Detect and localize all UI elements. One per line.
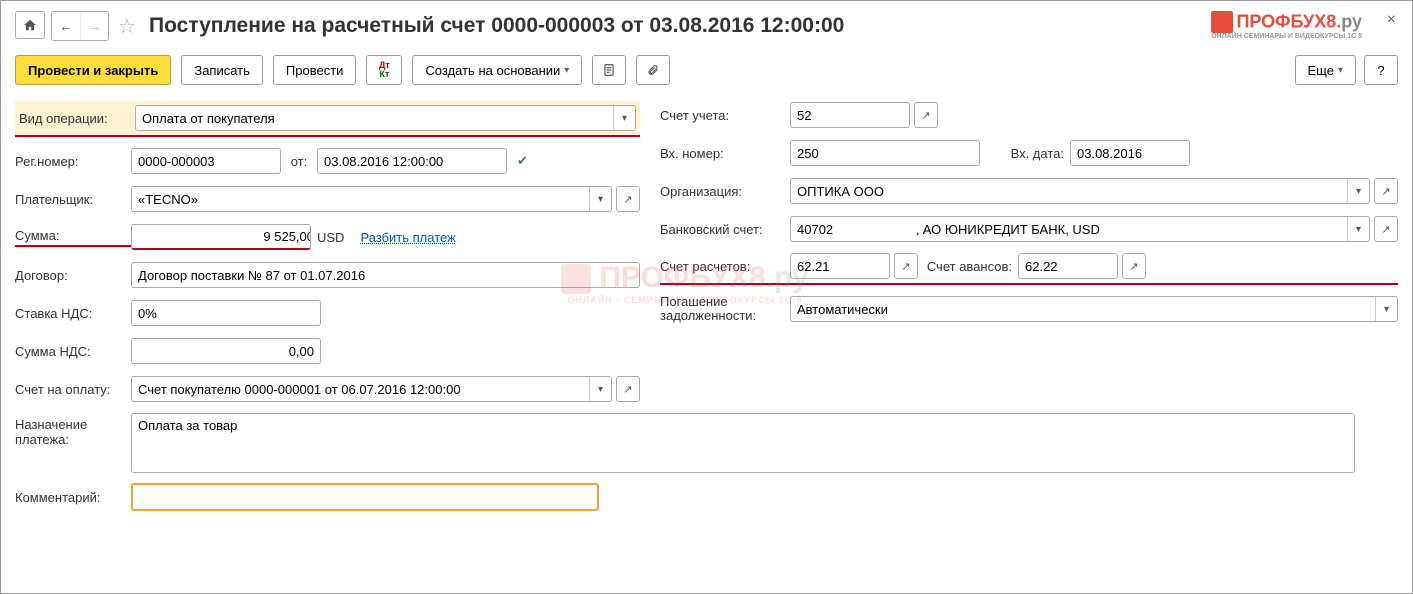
forward-button[interactable]: → [80, 12, 108, 40]
org-field[interactable] [791, 179, 1347, 203]
reg-date-field[interactable] [318, 149, 506, 173]
settle-acc-field[interactable] [791, 254, 890, 278]
save-button[interactable]: Записать [181, 55, 263, 85]
create-based-button[interactable]: Создать на основании [412, 55, 582, 85]
sum-field[interactable] [132, 225, 311, 248]
more-button[interactable]: Еще [1295, 55, 1356, 85]
dropdown-icon[interactable]: ▾ [589, 187, 611, 211]
home-button[interactable] [15, 11, 45, 39]
dropdown-icon[interactable]: ▾ [613, 106, 635, 130]
page-title: Поступление на расчетный счет 0000-00000… [149, 14, 844, 38]
label-comment: Комментарий: [15, 490, 131, 505]
open-icon[interactable]: ↗ [914, 102, 938, 128]
status-ok-icon: ✔ [517, 153, 528, 169]
label-payer: Плательщик: [15, 192, 131, 207]
vat-sum-field[interactable] [132, 339, 320, 363]
calendar-icon[interactable]: 📅 [506, 149, 507, 173]
account-field[interactable] [791, 103, 910, 127]
dropdown-icon[interactable]: ▾ [1347, 217, 1369, 241]
help-button[interactable]: ? [1364, 55, 1398, 85]
label-sum: Сумма: [15, 228, 131, 247]
open-icon[interactable]: ↗ [616, 376, 640, 402]
inc-no-field[interactable] [791, 141, 979, 165]
open-icon[interactable]: ↗ [1122, 253, 1146, 279]
back-button[interactable]: ← [52, 12, 80, 40]
label-settle-acc: Счет расчетов: [660, 259, 790, 274]
invoice-field[interactable] [132, 377, 589, 401]
dropdown-icon[interactable]: ▾ [1347, 179, 1369, 203]
label-bank-acc: Банковский счет: [660, 222, 790, 237]
dtkt-button[interactable]: ДтКт [366, 55, 402, 85]
label-invoice: Счет на оплату: [15, 382, 131, 397]
label-org: Организация: [660, 184, 790, 199]
op-type-field[interactable] [136, 106, 613, 130]
label-advance-acc: Счет авансов: [918, 259, 1018, 274]
comment-field[interactable] [133, 485, 597, 509]
dropdown-icon[interactable]: ▾ [1375, 297, 1397, 321]
reg-no-field[interactable] [132, 149, 281, 173]
dropdown-icon[interactable]: ▾ [589, 377, 611, 401]
calculator-icon[interactable]: ▦ [320, 339, 321, 363]
label-account: Счет учета: [660, 108, 790, 123]
advance-acc-field[interactable] [1019, 254, 1118, 278]
open-icon[interactable]: ↗ [1374, 178, 1398, 204]
vat-rate-field[interactable] [132, 301, 320, 325]
open-icon[interactable]: ↗ [894, 253, 918, 279]
bank-acc-field[interactable] [791, 217, 1347, 241]
attach-button[interactable] [636, 55, 670, 85]
post-and-close-button[interactable]: Провести и закрыть [15, 55, 171, 85]
label-debt-repay: Погашение задолженности: [660, 295, 790, 323]
label-contract: Договор: [15, 268, 131, 283]
close-button[interactable]: × [1387, 11, 1396, 29]
label-vat-sum: Сумма НДС: [15, 344, 131, 359]
post-button[interactable]: Провести [273, 55, 357, 85]
currency-label: USD [317, 230, 344, 245]
favorite-star-icon[interactable]: ☆ [117, 16, 137, 36]
label-op-type: Вид операции: [19, 111, 135, 126]
open-icon[interactable]: ↗ [616, 186, 640, 212]
label-vat-rate: Ставка НДС: [15, 306, 131, 321]
brand-logo: ПРОФБУХ8.ру ОНЛАЙН СЕМИНАРЫ И ВИДЕОКУРСЫ… [1211, 11, 1362, 40]
label-from: от: [281, 154, 317, 169]
label-purpose: Назначение платежа: [15, 413, 131, 447]
payer-field[interactable] [132, 187, 589, 211]
contract-field[interactable] [132, 263, 639, 287]
open-icon[interactable]: ↗ [1374, 216, 1398, 242]
label-inc-no: Вх. номер: [660, 146, 790, 161]
label-reg-no: Рег.номер: [15, 154, 131, 169]
label-inc-date: Вх. дата: [986, 146, 1064, 161]
report-icon-button[interactable] [592, 55, 626, 85]
dropdown-icon[interactable]: ▾ [320, 301, 321, 325]
inc-date-field[interactable] [1071, 141, 1190, 165]
debt-repay-field[interactable] [791, 297, 1375, 321]
split-payment-link[interactable]: Разбить платеж [360, 230, 455, 245]
